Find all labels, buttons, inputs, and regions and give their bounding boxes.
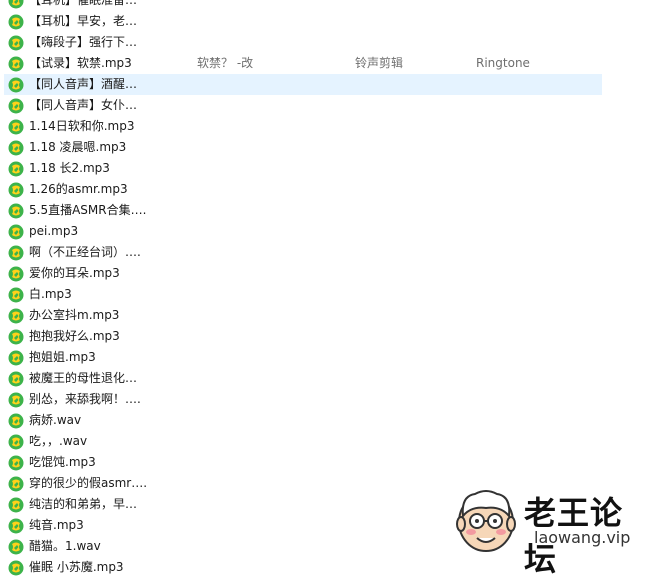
qq-music-file-icon [8, 371, 24, 387]
qq-music-file-icon [8, 224, 24, 240]
qq-music-file-icon [8, 203, 24, 219]
file-row[interactable]: 吃，，.wav [0, 431, 649, 452]
qq-music-file-icon [8, 518, 24, 534]
file-row[interactable]: 啊（不正经台词）…. [0, 242, 649, 263]
file-row[interactable]: 【同人音声】酒醒… [0, 74, 649, 95]
qq-music-file-icon [8, 434, 24, 450]
file-name: 1.26的asmr.mp3 [29, 182, 128, 196]
qq-music-file-icon [8, 98, 24, 114]
file-name: 病娇.wav [29, 413, 82, 427]
file-name: 催眠 小苏魔.mp3 [29, 560, 124, 574]
file-name: 抱姐姐.mp3 [29, 350, 96, 364]
watermark-url: laowang.vip [534, 528, 631, 547]
file-artist: 铃声剪辑 [355, 56, 404, 70]
file-name: 【同人音声】酒醒… [29, 77, 138, 91]
file-row[interactable]: 【同人音声】女仆… [0, 95, 649, 116]
qq-music-file-icon [8, 266, 24, 282]
qq-music-file-icon [8, 182, 24, 198]
file-name: 1.18 长2.mp3 [29, 161, 110, 175]
qq-music-file-icon [8, 77, 24, 93]
qq-music-file-icon [8, 329, 24, 345]
qq-music-file-icon [8, 308, 24, 324]
watermark: 老王论坛 laowang.vip [455, 482, 645, 578]
file-row[interactable]: 【耳机】早安，老… [0, 11, 649, 32]
file-name: 1.18 凌晨嗯.mp3 [29, 140, 127, 154]
file-row[interactable]: 爱你的耳朵.mp3 [0, 263, 649, 284]
file-name: 抱抱我好么.mp3 [29, 329, 120, 343]
file-name: 啊（不正经台词）…. [29, 245, 141, 259]
qq-music-file-icon [8, 287, 24, 303]
file-row[interactable]: 1.14日软和你.mp3 [0, 116, 649, 137]
file-name: 爱你的耳朵.mp3 [29, 266, 120, 280]
file-name: 吃，，.wav [29, 434, 88, 448]
qq-music-file-icon [8, 119, 24, 135]
file-row[interactable]: 别怂，来舔我啊！…. [0, 389, 649, 410]
qq-music-file-icon [8, 350, 24, 366]
file-name: 被魔王的母性退化… [29, 371, 138, 385]
file-row[interactable]: 【试录】软禁.mp3 软禁？ -改 铃声剪辑 Ringtone [0, 53, 649, 74]
file-row[interactable]: 被魔王的母性退化… [0, 368, 649, 389]
qq-music-file-icon [8, 56, 24, 72]
file-row[interactable]: 办公室抖m.mp3 [0, 305, 649, 326]
file-name: 纯洁的和弟弟，早… [29, 497, 138, 511]
qq-music-file-icon [8, 392, 24, 408]
file-row[interactable]: 病娇.wav [0, 410, 649, 431]
file-name: 【试录】软禁.mp3 [29, 56, 132, 70]
file-name: 别怂，来舔我啊！…. [29, 392, 141, 406]
file-row[interactable]: 【耳机】催眠准备… [0, 0, 649, 11]
file-name: 醋猫。1.wav [29, 539, 101, 553]
file-name: 吃馄饨.mp3 [29, 455, 96, 469]
qq-music-file-icon [8, 455, 24, 471]
file-row[interactable]: 1.18 长2.mp3 [0, 158, 649, 179]
file-row[interactable]: 白.mp3 [0, 284, 649, 305]
qq-music-file-icon [8, 497, 24, 513]
file-name: 办公室抖m.mp3 [29, 308, 120, 322]
file-name: 【耳机】早安，老… [29, 14, 138, 28]
file-row[interactable]: pei.mp3 [0, 221, 649, 242]
qq-music-file-icon [8, 161, 24, 177]
qq-music-file-icon [8, 35, 24, 51]
file-row[interactable]: 5.5直播ASMR合集…. [0, 200, 649, 221]
file-name: 【嗨段子】强行下… [29, 35, 138, 49]
qq-music-file-icon [8, 140, 24, 156]
qq-music-file-icon [8, 14, 24, 30]
file-row[interactable]: 1.18 凌晨嗯.mp3 [0, 137, 649, 158]
file-name: 穿的很少的假asmr…. [29, 476, 148, 490]
file-row[interactable]: 【嗨段子】强行下… [0, 32, 649, 53]
file-row[interactable]: 1.26的asmr.mp3 [0, 179, 649, 200]
old-man-face-icon [456, 490, 516, 552]
file-name: pei.mp3 [29, 224, 79, 238]
file-name: 纯音.mp3 [29, 518, 84, 532]
qq-music-file-icon [8, 0, 24, 9]
qq-music-file-icon [8, 539, 24, 555]
file-row[interactable]: 抱姐姐.mp3 [0, 347, 649, 368]
file-name: 【耳机】催眠准备… [29, 0, 138, 7]
file-name: 5.5直播ASMR合集…. [29, 203, 147, 217]
file-name: 1.14日软和你.mp3 [29, 119, 135, 133]
qq-music-file-icon [8, 245, 24, 261]
file-title: 软禁？ -改 [197, 56, 254, 70]
file-row[interactable]: 吃馄饨.mp3 [0, 452, 649, 473]
file-name: 白.mp3 [29, 287, 72, 301]
file-album: Ringtone [476, 56, 530, 70]
file-name: 【同人音声】女仆… [29, 98, 138, 112]
file-row[interactable]: 抱抱我好么.mp3 [0, 326, 649, 347]
qq-music-file-icon [8, 476, 24, 492]
qq-music-file-icon [8, 413, 24, 429]
